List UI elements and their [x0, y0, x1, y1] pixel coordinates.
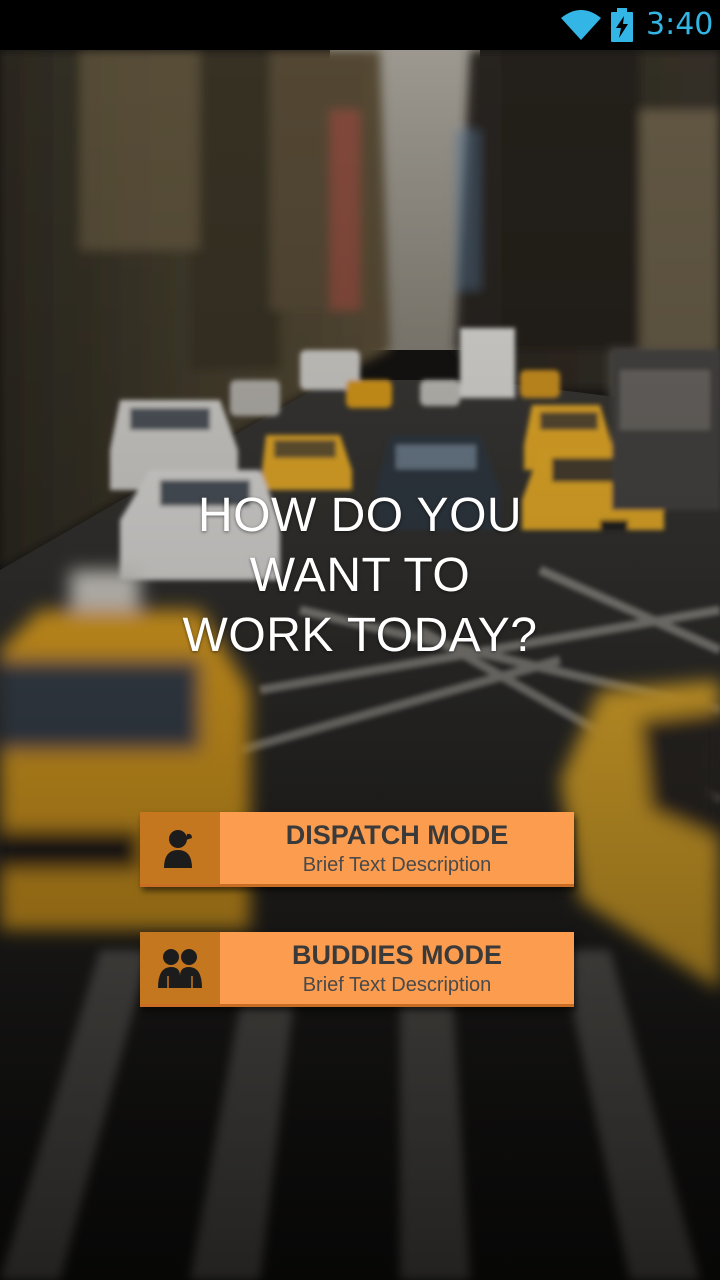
dispatch-mode-description: Brief Text Description: [302, 854, 492, 876]
status-bar: 3:40: [0, 0, 720, 50]
page-title: HOW DO YOU WANT TO WORK TODAY?: [60, 486, 660, 666]
dispatch-mode-button[interactable]: DISPATCH MODE Brief Text Description: [140, 812, 574, 887]
buddies-mode-button[interactable]: BUDDIES MODE Brief Text Description: [140, 932, 574, 1007]
status-clock: 3:40: [646, 7, 714, 42]
dispatch-mode-icon-box: [140, 812, 220, 884]
buddies-mode-title: BUDDIES MODE: [291, 940, 502, 970]
buddies-mode-icon-box: [140, 932, 220, 1004]
battery-charging-icon: [611, 8, 633, 42]
buddies-mode-description: Brief Text Description: [302, 974, 492, 996]
headline-line-2: WANT TO: [249, 549, 471, 602]
headline-line-1: HOW DO YOU: [197, 489, 523, 542]
headline-line-3: WORK TODAY?: [182, 609, 538, 662]
person-icon: [164, 830, 192, 868]
group-icon: [158, 949, 202, 988]
dispatch-mode-title: DISPATCH MODE: [285, 820, 509, 850]
wifi-icon: [561, 10, 601, 40]
